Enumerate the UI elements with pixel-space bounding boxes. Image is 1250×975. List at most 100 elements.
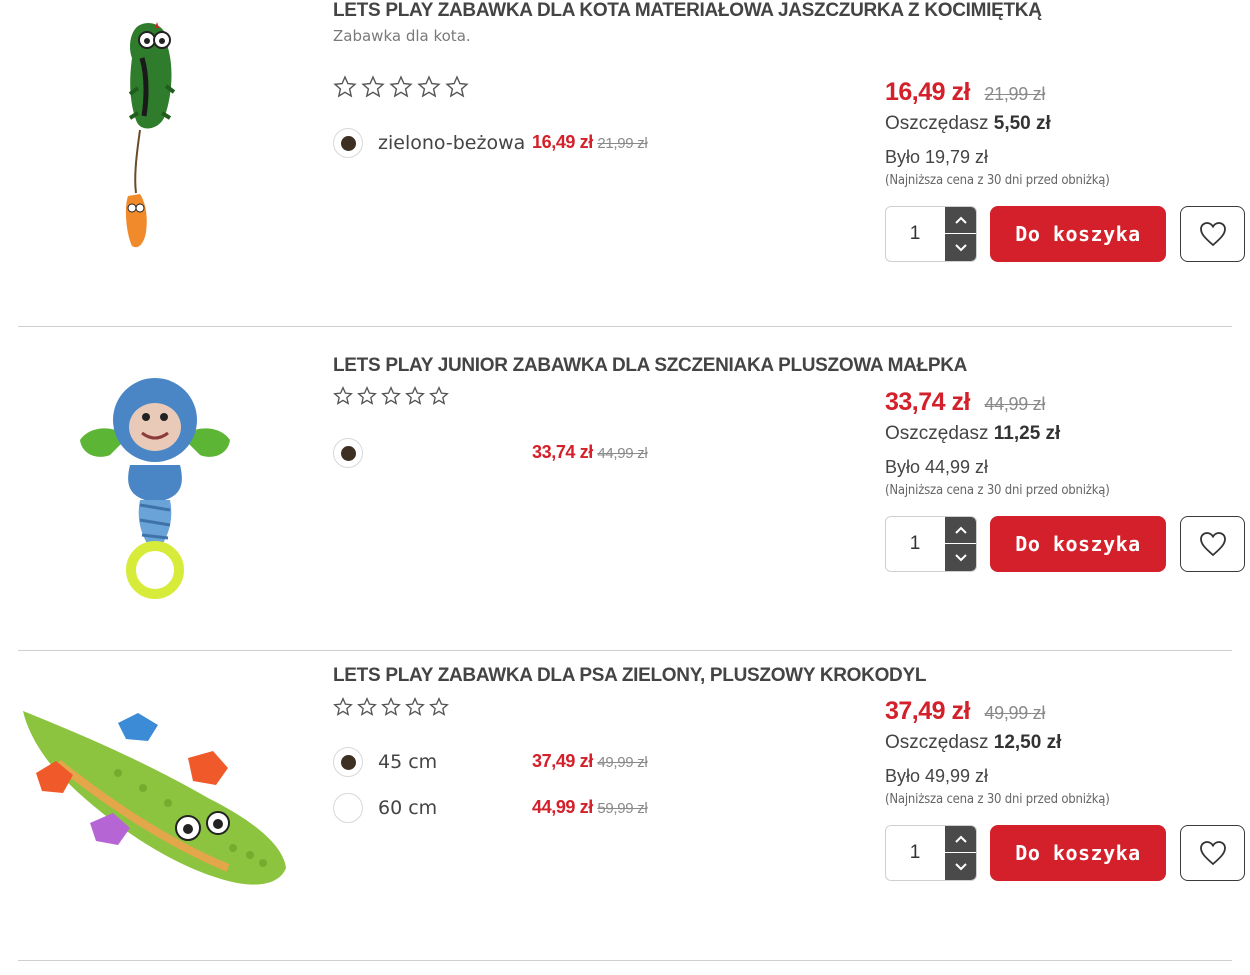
chevron-down-icon (954, 862, 967, 870)
price-block: 37,49 zł 49,99 zł Oszczędasz 12,50 zł By… (885, 697, 1250, 897)
quantity-decrease-button[interactable] (945, 544, 976, 571)
quantity-decrease-button[interactable] (945, 234, 976, 261)
variant-radio[interactable] (333, 747, 363, 777)
selected-dot (341, 755, 356, 770)
quantity-input[interactable]: 1 (886, 826, 944, 880)
current-price: 37,49 zł (885, 697, 970, 725)
product-title[interactable]: LETS PLAY ZABAWKA DLA KOTA MATERIAŁOWA J… (333, 0, 1042, 22)
add-to-favorites-button[interactable] (1180, 825, 1245, 881)
star-icon (429, 386, 449, 411)
variant-price-old: 44,99 zł (597, 445, 648, 462)
variant-price-old: 59,99 zł (597, 800, 648, 817)
savings-amount: 11,25 zł (993, 423, 1061, 444)
current-price: 33,74 zł (885, 388, 970, 416)
variant-price-new: 16,49 zł (532, 132, 593, 152)
variant-price: 33,74 zł 44,99 zł (532, 442, 648, 463)
chevron-up-icon (954, 526, 967, 534)
star-icon (417, 75, 441, 104)
variant-option[interactable]: 33,74 zł 44,99 zł (333, 438, 673, 470)
savings-amount: 12,50 zł (993, 732, 1062, 753)
variant-price-old: 21,99 zł (597, 135, 648, 152)
lowest-price-note: (Najniższa cena z 30 dni przed obniżką) (885, 483, 1110, 498)
variant-option[interactable]: 45 cm 37,49 zł 49,99 zł (333, 747, 673, 779)
chevron-up-icon (954, 835, 967, 843)
savings-text: Oszczędasz 12,50 zł (885, 732, 1061, 754)
product-title[interactable]: LETS PLAY ZABAWKA DLA PSA ZIELONY, PLUSZ… (333, 665, 926, 687)
previous-price: Było 49,99 zł (885, 766, 989, 786)
quantity-stepper[interactable]: 1 (885, 206, 977, 262)
star-icon (445, 75, 469, 104)
variant-radio[interactable] (333, 128, 363, 158)
quantity-increase-button[interactable] (945, 517, 976, 544)
old-price: 44,99 zł (984, 394, 1046, 414)
variant-price-old: 49,99 zł (597, 754, 648, 771)
rating-stars (333, 697, 449, 722)
chevron-down-icon (954, 243, 967, 251)
add-to-cart-button[interactable]: Do koszyka (990, 825, 1166, 881)
star-icon (389, 75, 413, 104)
savings-text: Oszczędasz 11,25 zł (885, 423, 1060, 445)
star-icon (357, 697, 377, 722)
rating-stars (333, 75, 469, 104)
variant-name: 45 cm (378, 751, 438, 773)
variant-price: 37,49 zł 49,99 zł (532, 751, 648, 772)
heart-icon (1199, 222, 1226, 247)
quantity-decrease-button[interactable] (945, 853, 976, 880)
product-card: LETS PLAY ZABAWKA DLA KOTA MATERIAŁOWA J… (0, 0, 1250, 326)
previous-price: Było 19,79 zł (885, 147, 989, 167)
price-block: 16,49 zł 21,99 zł Oszczędasz 5,50 zł Był… (885, 78, 1250, 278)
star-icon (361, 75, 385, 104)
quantity-stepper[interactable]: 1 (885, 516, 977, 572)
add-to-favorites-button[interactable] (1180, 516, 1245, 572)
product-image[interactable] (70, 375, 240, 605)
selected-dot (341, 136, 356, 151)
variant-price: 16,49 zł 21,99 zł (532, 132, 648, 153)
star-icon (381, 386, 401, 411)
quantity-input[interactable]: 1 (886, 517, 944, 571)
savings-label: Oszczędasz (885, 423, 989, 444)
variant-option[interactable]: zielono-beżowa 16,49 zł 21,99 zł (333, 128, 673, 160)
quantity-input[interactable]: 1 (886, 207, 944, 261)
variant-name: 60 cm (378, 797, 438, 819)
rating-stars (333, 386, 449, 411)
variant-price-new: 37,49 zł (532, 751, 593, 771)
variant-option[interactable]: 60 cm 44,99 zł 59,99 zł (333, 793, 673, 825)
variant-radio[interactable] (333, 793, 363, 823)
star-icon (429, 697, 449, 722)
chevron-up-icon (954, 216, 967, 224)
star-icon (333, 697, 353, 722)
product-card: LETS PLAY ZABAWKA DLA PSA ZIELONY, PLUSZ… (0, 651, 1250, 960)
variant-price-new: 44,99 zł (532, 797, 593, 817)
product-title[interactable]: LETS PLAY JUNIOR ZABAWKA DLA SZCZENIAKA … (333, 355, 967, 377)
selected-dot (341, 446, 356, 461)
heart-icon (1199, 532, 1226, 557)
savings-amount: 5,50 zł (993, 113, 1051, 134)
product-image[interactable] (18, 703, 293, 898)
star-icon (333, 75, 357, 104)
product-subtitle: Zabawka dla kota. (333, 27, 471, 45)
product-image[interactable] (100, 18, 190, 253)
star-icon (333, 386, 353, 411)
star-icon (357, 386, 377, 411)
previous-price: Było 44,99 zł (885, 457, 989, 477)
savings-text: Oszczędasz 5,50 zł (885, 113, 1051, 135)
add-to-cart-button[interactable]: Do koszyka (990, 206, 1166, 262)
lowest-price-note: (Najniższa cena z 30 dni przed obniżką) (885, 792, 1110, 807)
lowest-price-note: (Najniższa cena z 30 dni przed obniżką) (885, 173, 1110, 188)
variant-name: zielono-beżowa (378, 132, 526, 154)
old-price: 49,99 zł (984, 703, 1046, 723)
variant-price: 44,99 zł 59,99 zł (532, 797, 648, 818)
chevron-down-icon (954, 553, 967, 561)
quantity-increase-button[interactable] (945, 207, 976, 234)
variant-price-new: 33,74 zł (532, 442, 593, 462)
current-price: 16,49 zł (885, 78, 970, 106)
savings-label: Oszczędasz (885, 113, 989, 134)
divider (18, 960, 1232, 961)
quantity-stepper[interactable]: 1 (885, 825, 977, 881)
add-to-favorites-button[interactable] (1180, 206, 1245, 262)
add-to-cart-button[interactable]: Do koszyka (990, 516, 1166, 572)
quantity-increase-button[interactable] (945, 826, 976, 853)
variant-radio[interactable] (333, 438, 363, 468)
star-icon (405, 386, 425, 411)
heart-icon (1199, 841, 1226, 866)
